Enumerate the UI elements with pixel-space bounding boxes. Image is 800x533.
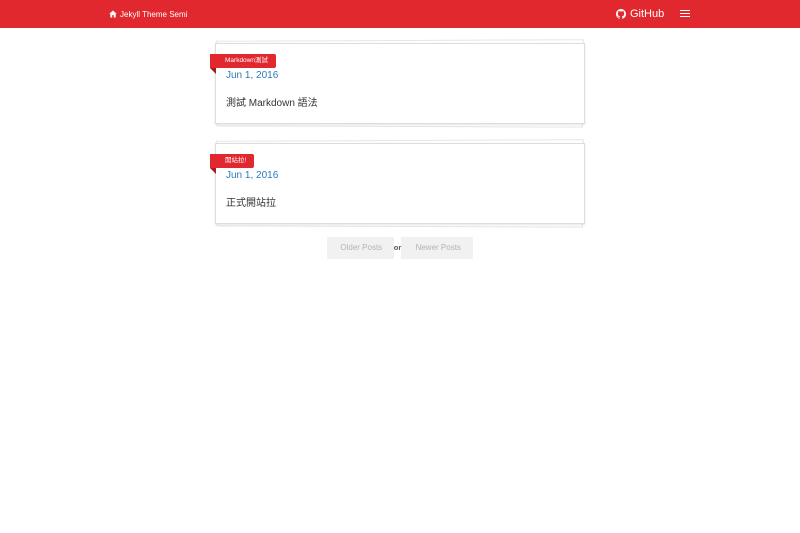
- post-tag[interactable]: Markdown測試: [210, 54, 276, 74]
- post-card-stack: Markdown測試 Jun 1, 2016 測試 Markdown 語法: [210, 39, 585, 128]
- top-navigation-bar: Jekyll Theme Semi GitHub: [0, 0, 800, 28]
- post-title[interactable]: 正式開站拉: [226, 194, 574, 209]
- post-title[interactable]: 測試 Markdown 語法: [226, 94, 574, 109]
- pagination: Older Posts or Newer Posts: [327, 237, 473, 259]
- older-posts-button[interactable]: Older Posts: [327, 237, 394, 259]
- brand-label: Jekyll Theme Semi: [120, 9, 188, 19]
- home-icon: [109, 10, 117, 18]
- post-date[interactable]: Jun 1, 2016: [226, 170, 574, 181]
- newer-posts-button[interactable]: Newer Posts: [401, 237, 473, 259]
- post-card: Markdown測試 Jun 1, 2016 測試 Markdown 語法: [210, 43, 585, 124]
- post-card-stack: 開站拉! Jun 1, 2016 正式開站拉: [210, 139, 585, 228]
- github-icon: [616, 9, 626, 19]
- post-date[interactable]: Jun 1, 2016: [226, 70, 574, 81]
- hamburger-menu-icon[interactable]: [680, 8, 690, 20]
- post-card: 開站拉! Jun 1, 2016 正式開站拉: [210, 143, 585, 224]
- github-link[interactable]: GitHub: [616, 6, 664, 22]
- pager-or-label: or: [393, 243, 402, 252]
- github-label: GitHub: [630, 8, 665, 20]
- post-tag[interactable]: 開站拉!: [210, 154, 255, 174]
- pager-separator: or: [393, 237, 402, 259]
- brand-link[interactable]: Jekyll Theme Semi: [109, 7, 187, 21]
